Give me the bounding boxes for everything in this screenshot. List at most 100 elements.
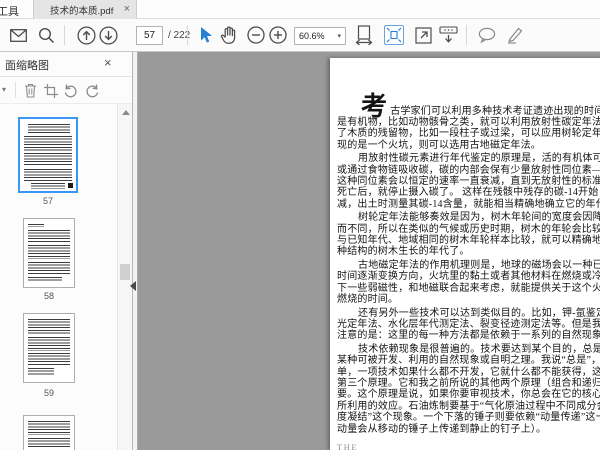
fit-page-button-active[interactable] bbox=[384, 25, 404, 45]
text-line: 度凝结”这个现象。一个下落的锤子则要依赖“动量传递”这一 bbox=[337, 412, 600, 424]
paragraph: 古地磁定年法的作用机理则是，地球的磁场会以一种已知 时间逐渐变换方向，火坑里的黏… bbox=[337, 260, 600, 306]
previous-page-button[interactable] bbox=[76, 25, 96, 45]
hand-tool[interactable] bbox=[218, 25, 238, 45]
thumb-text-lines bbox=[28, 245, 70, 259]
text-line: 所利用的效应。石油炼制要基于“气化原油过程中不同成分会 bbox=[337, 400, 600, 412]
email-icon[interactable] bbox=[8, 25, 28, 45]
scrollbar-thumb[interactable] bbox=[120, 264, 130, 280]
panel-collapse-icon[interactable] bbox=[130, 281, 136, 291]
text-line: 死亡后，就停止摄入碳了。 这样在残骸中残存的碳-14开始 bbox=[337, 187, 599, 199]
select-cursor-tool[interactable] bbox=[196, 25, 216, 45]
thumbnail-label: 59 bbox=[43, 388, 54, 398]
toolbar-divider bbox=[187, 25, 188, 45]
rotate-cw-icon[interactable] bbox=[84, 82, 101, 99]
thumbnails-panel-header: 面缩略图 × bbox=[0, 52, 132, 77]
zoom-in-button[interactable] bbox=[268, 25, 288, 45]
scroll-up-icon[interactable] bbox=[122, 110, 130, 115]
paragraph: 树轮定年法能够奏效是因为，树木年轮间的宽度会因降水 而不同，所以在类似的气候或历… bbox=[337, 212, 600, 258]
document-tab-title: 技术的本质.pdf （... bbox=[50, 5, 120, 17]
thumbnail-page-60[interactable] bbox=[23, 415, 75, 450]
text-line: 种结构的树木生长的年代了。 bbox=[337, 246, 470, 258]
document-tab[interactable]: 技术的本质.pdf （... × bbox=[33, 0, 137, 19]
running-footer: THE bbox=[337, 441, 359, 450]
thumb-text-lines bbox=[28, 229, 70, 243]
thumb-text-lines bbox=[28, 277, 62, 281]
thumb-text-lines bbox=[28, 261, 70, 275]
text-line: 树轮定年法能够奏效是因为，树木年轮间的宽度会因降水 bbox=[358, 212, 600, 224]
text-line: 技术依赖现象是很普遍的。技术要达到某个目的，总是需 bbox=[358, 343, 600, 355]
text-line: 还有另外一些技术可以达到类似目的。比如，钾-氩鉴定法 bbox=[358, 307, 600, 319]
text-line: 燃烧的时间。 bbox=[337, 294, 399, 306]
tab-close-icon[interactable]: × bbox=[124, 4, 130, 15]
thumb-text-lines bbox=[28, 336, 70, 351]
text-line: 单，一项技术如果什么都不开发，它就什么都不能获得，这就 bbox=[337, 366, 600, 378]
text-line: 而不同，所以在类似的气候或历史时期，树木的年轮会比较相 bbox=[337, 223, 600, 235]
toolbar-divider bbox=[64, 25, 65, 45]
paragraph: 考古学家们可以利用多种技术考证遗迹出现的时间。如果发 是有机物，比如动物骸骨之类… bbox=[337, 92, 600, 151]
text-line: 动量会从移动的锤子上传递到静止的钉子上）。 bbox=[337, 423, 547, 435]
text-line: 与已知年代、地域相同的树木年轮样本比较，就可以精确地知 bbox=[337, 235, 600, 247]
tab-tools[interactable]: 工具 bbox=[0, 3, 19, 19]
paragraph: 还有另外一些技术可以达到类似目的。比如，钾-氩鉴定法 光定年法、水化层年代测定法… bbox=[337, 308, 600, 342]
zoom-out-button[interactable] bbox=[246, 25, 266, 45]
thumb-text-lines bbox=[24, 168, 72, 181]
thumbnails-panel: 面缩略图 × ▾ 57 58 59 bbox=[0, 52, 133, 450]
search-icon[interactable] bbox=[36, 25, 56, 45]
next-page-button[interactable] bbox=[98, 25, 118, 45]
page-number-input[interactable]: 57 bbox=[136, 26, 163, 45]
thumb-text-lines bbox=[28, 319, 70, 334]
zoom-level-dropdown[interactable]: 60.6% ▾ bbox=[294, 27, 346, 45]
text-line: 某种可被开发、利用的自然现象或自明之理。我说“总是”，理 bbox=[337, 355, 600, 367]
text-line: 是有机物，比如动物骸骨之类，就可以利用放射性碳定年法 bbox=[337, 117, 600, 128]
text-line: 这种同位素会以恒定的速率一直衰减，直到无放射性的标准碳 bbox=[337, 176, 600, 188]
thumbnail-page-58[interactable] bbox=[23, 218, 75, 288]
zoom-level-value: 60.6% bbox=[299, 31, 325, 41]
text-line: 古地磁定年法的作用机理则是，地球的磁场会以一种已知 bbox=[358, 259, 600, 271]
toolbar: 57 / 222 60.6% ▾ bbox=[0, 19, 600, 52]
thumb-text-lines bbox=[28, 437, 70, 448]
thumb-text-lines bbox=[24, 153, 72, 166]
trash-icon[interactable] bbox=[22, 82, 39, 99]
thumb-text-lines bbox=[28, 421, 70, 435]
panel-close-icon[interactable]: × bbox=[104, 55, 112, 70]
highlighter-icon[interactable] bbox=[505, 25, 525, 45]
paragraph: 技术依赖现象是很普遍的。技术要达到某个目的，总是需 某种可被开发、利用的自然现象… bbox=[337, 344, 600, 435]
fit-width-button[interactable] bbox=[354, 25, 374, 45]
text-line: 了木质的残留物，比如一段柱子或过梁，可以应用树轮定年 bbox=[337, 128, 600, 140]
thumbnail-page-57[interactable] bbox=[18, 117, 78, 193]
rotate-ccw-icon[interactable] bbox=[62, 82, 79, 99]
text-line: 用放射性碳元素进行年代鉴定的原理是，活的有机体可以 bbox=[358, 153, 600, 165]
text-line: 第三个原理。它和我之前所说的其他两个原理（组合和递归） bbox=[337, 377, 600, 389]
thumbnails-panel-title: 面缩略图 bbox=[5, 60, 49, 72]
crop-pages-icon[interactable] bbox=[42, 82, 59, 99]
dropcap: 考 bbox=[361, 92, 388, 121]
text-line: 光定年法、水化层年代测定法、裂变径迹测定法等。但是我想 bbox=[337, 318, 600, 330]
text-line: 要。这个原理是说，如果你要审视技术，你总会在它的核心部 bbox=[337, 389, 600, 401]
text-line: 减，出土时测量其碳-14含量，就能相当精确地确立它的年代 bbox=[337, 198, 600, 210]
panel-divider bbox=[15, 82, 16, 98]
thumb-annotation-marker bbox=[68, 183, 73, 188]
text-line: 时间逐渐变换方向，火坑里的黏土或者其他材料在燃烧或冷却 bbox=[337, 271, 600, 283]
thumb-text-lines bbox=[30, 183, 66, 189]
fullscreen-button[interactable] bbox=[413, 25, 433, 45]
pdf-page[interactable]: 考古学家们可以利用多种技术考证遗迹出现的时间。如果发 是有机物，比如动物骸骨之类… bbox=[330, 58, 600, 450]
tab-bar: 工具 技术的本质.pdf （... × bbox=[0, 0, 600, 19]
thumbnails-scrollbar[interactable] bbox=[117, 104, 132, 450]
thumbnails-toolbar: ▾ bbox=[0, 77, 132, 104]
page-text: 考古学家们可以利用多种技术考证遗迹出现的时间。如果发 是有机物，比如动物骸骨之类… bbox=[337, 92, 600, 450]
text-line: 现的是一个火坑，则可以选用古地磁定年法。 bbox=[337, 139, 541, 151]
chevron-down-icon: ▾ bbox=[337, 33, 341, 40]
thumbnail-label: 57 bbox=[42, 196, 53, 206]
text-line: 下一些弱磁性，和地磁联合起来考虑，就能提供关于这个火坑 bbox=[337, 282, 600, 294]
thumbnail-label: 58 bbox=[43, 291, 54, 301]
options-dropdown-icon[interactable]: ▾ bbox=[2, 85, 6, 94]
thumb-text-lines bbox=[28, 224, 44, 227]
toolbar-divider bbox=[466, 25, 467, 45]
thumb-text-lines bbox=[27, 124, 71, 133]
comment-icon[interactable] bbox=[477, 25, 497, 45]
thumbnail-page-59[interactable] bbox=[23, 313, 75, 383]
toolbar-options-button[interactable] bbox=[438, 25, 458, 45]
thumb-text-lines bbox=[28, 353, 70, 365]
thumb-text-lines bbox=[28, 367, 55, 375]
paragraph: 用放射性碳元素进行年代鉴定的原理是，活的有机体可以 或通过食物链吸收碳，碳的内部… bbox=[337, 153, 600, 210]
